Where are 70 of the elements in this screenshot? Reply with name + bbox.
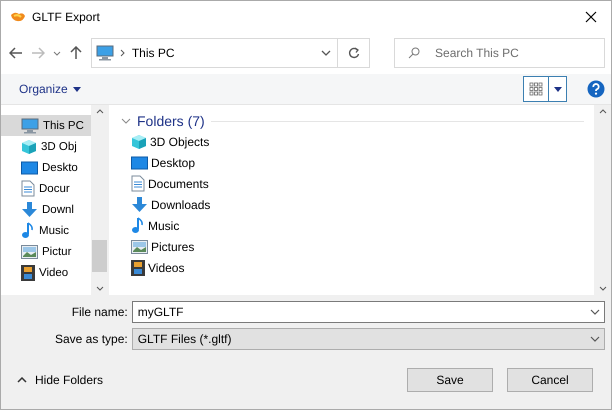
search-icon	[408, 47, 420, 59]
address-bar[interactable]: This PC	[90, 38, 370, 68]
organize-button[interactable]: Organize	[13, 78, 87, 100]
folder-item[interactable]: 3D Objects	[121, 131, 594, 152]
search-field[interactable]: Search This PC	[394, 38, 606, 68]
cube-icon	[21, 138, 37, 154]
field-label: File name:	[70, 305, 128, 319]
folder-item[interactable]: Music	[121, 215, 594, 236]
right-arrow-icon	[31, 47, 46, 59]
desktop-icon	[21, 160, 38, 174]
folder-item[interactable]: Downloads	[121, 194, 594, 215]
folder-item[interactable]: Pictures	[121, 236, 594, 257]
file-name-field[interactable]: myGLTF	[132, 301, 605, 323]
sidebar-item[interactable]: Music	[1, 220, 91, 241]
document-icon	[131, 175, 145, 192]
help-button[interactable]	[587, 80, 605, 98]
chevron-down-icon	[52, 50, 61, 56]
film-strip-icon	[131, 260, 145, 276]
grid-view-icon	[529, 82, 543, 96]
app-logo-icon	[10, 10, 26, 22]
caret-down-icon	[72, 86, 81, 92]
download-arrow-icon	[21, 201, 38, 218]
close-icon	[585, 10, 597, 22]
dropdown-caret-icon	[321, 50, 332, 56]
chevron-down-icon	[590, 309, 600, 315]
chevron-right-icon	[120, 49, 126, 57]
download-arrow-icon	[131, 196, 148, 213]
hide-folders-button[interactable]: Hide Folders	[13, 368, 108, 390]
help-icon	[587, 80, 605, 98]
field-label: Save as type:	[54, 332, 128, 346]
chevron-up-icon	[17, 376, 27, 382]
collapse-chevron-icon[interactable]	[121, 118, 131, 124]
dialog-button[interactable]: Save	[407, 368, 493, 392]
sidebar-item[interactable]: Deskto	[1, 157, 91, 178]
folder-item[interactable]: Documents	[121, 173, 594, 194]
film-strip-icon	[21, 264, 35, 280]
file-type-dropdown[interactable]: GLTF Files (*.gltf)	[132, 328, 605, 350]
cube-icon	[131, 134, 147, 150]
refresh-icon	[348, 47, 360, 59]
address-path: This PC	[132, 46, 176, 60]
desktop-icon	[131, 156, 148, 170]
folder-item[interactable]: Desktop	[121, 152, 594, 173]
sidebar-item[interactable]: Pictur	[1, 241, 91, 262]
sidebar-item[interactable]: 3D Obj	[1, 136, 91, 157]
scrollbar-thumb[interactable]	[92, 240, 107, 272]
scrollbar[interactable]	[91, 105, 108, 295]
chevron-down-icon	[96, 286, 104, 291]
folder-item[interactable]: Videos	[121, 257, 594, 278]
chevron-down-icon	[598, 286, 606, 291]
sidebar-item[interactable]: Downl	[1, 199, 91, 220]
left-arrow-icon	[9, 47, 24, 59]
computer-icon	[96, 45, 114, 61]
picture-icon	[131, 240, 148, 254]
up-arrow-icon	[70, 46, 82, 60]
sidebar-item[interactable]: This PC	[1, 115, 91, 136]
dialog-button[interactable]: Cancel	[507, 368, 593, 392]
chevron-down-icon	[590, 336, 600, 342]
chevron-up-icon	[96, 109, 104, 114]
scrollbar[interactable]	[594, 105, 611, 295]
document-icon	[21, 180, 35, 197]
computer-icon	[21, 118, 39, 134]
music-note-icon	[21, 222, 35, 239]
picture-icon	[21, 244, 38, 258]
section-heading: Folders (7)	[137, 113, 205, 129]
sidebar-item[interactable]: Video	[1, 262, 91, 283]
music-note-icon	[131, 217, 145, 234]
sidebar-item[interactable]: Docur	[1, 178, 91, 199]
caret-down-icon	[554, 86, 562, 92]
window-title: GLTF Export	[32, 10, 101, 24]
chevron-up-icon	[598, 109, 606, 114]
